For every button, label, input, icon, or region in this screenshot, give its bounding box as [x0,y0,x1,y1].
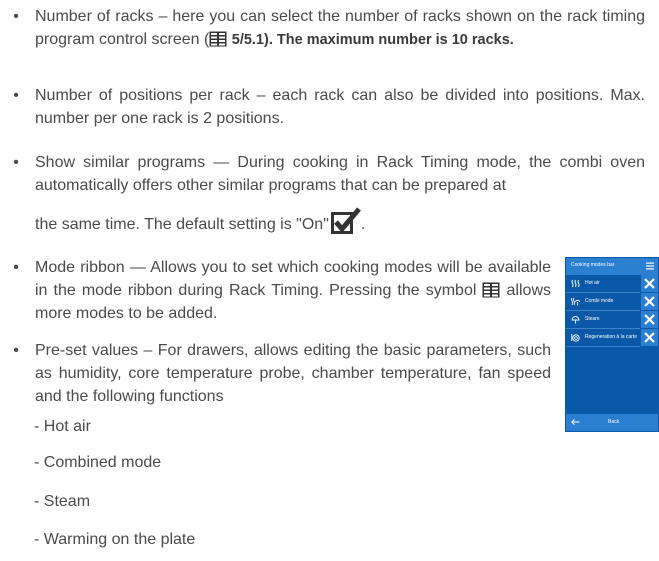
device-row-steam[interactable]: Steam [566,311,658,329]
back-button-label: Back [608,419,620,425]
bullet-mark: • [13,342,19,359]
menu-grid-icon [209,31,227,47]
sub-item-combined-mode: - Combined mode [34,454,162,471]
regeneration-icon [571,334,580,342]
close-icon [644,296,655,307]
positions-per-rack-text: Number of positions per rack – each rack… [35,87,645,127]
sub-item-warming-on-plate: - Warming on the plate [34,531,196,548]
close-icon [644,314,655,325]
manual-page: • Number of racks – here you can select … [0,0,659,561]
device-footer-back[interactable]: Back [566,414,658,431]
checkbox-checked-icon [330,207,361,234]
menu-grid-icon [482,282,500,298]
device-row-hot-air[interactable]: Hot air [566,275,658,293]
close-icon [644,278,655,289]
device-title: Cooking modes bar [571,262,615,268]
device-header: Cooking modes bar [566,258,658,275]
default-setting-text: the same time. The default setting is "O… [35,216,329,233]
remove-hot-air-button[interactable] [641,275,658,292]
device-row-label: Combi mode [585,298,614,304]
bullet-mark: • [13,259,19,276]
pre-set-values-text: Pre-set values – For drawers, allows edi… [35,342,551,405]
hamburger-menu-icon[interactable] [646,262,654,270]
remove-combi-mode-button[interactable] [641,293,658,310]
hot-air-icon [571,279,580,288]
device-row-label: Regeneration à la carte [585,334,637,340]
device-row-label: Hot air [585,280,600,286]
bullet-mark: • [13,154,19,171]
close-icon [644,332,655,343]
device-row-regeneration[interactable]: Regeneration à la carte [566,329,658,347]
device-row-label: Steam [585,316,600,322]
mode-ribbon-text: Mode ribbon — Allows you to set which co… [35,259,551,299]
bullet-mark: • [13,8,19,25]
sub-item-hot-air: - Hot air [34,418,91,435]
back-arrow-icon [571,418,580,426]
remove-regeneration-button[interactable] [641,329,658,346]
bullet-mark: • [13,87,19,104]
cooking-modes-bar-screen: Cooking modes bar Hot air Combi mode Ste… [565,257,659,432]
racks-reference: 5/5.1). The maximum number is 10 racks. [231,32,514,48]
combi-mode-icon [571,297,580,306]
remove-steam-button[interactable] [641,311,658,328]
steam-icon [571,316,580,324]
device-row-combi-mode[interactable]: Combi mode [566,293,658,311]
similar-programs-text: Show similar programs — During cooking i… [35,154,645,194]
sub-item-steam: - Steam [34,493,91,510]
